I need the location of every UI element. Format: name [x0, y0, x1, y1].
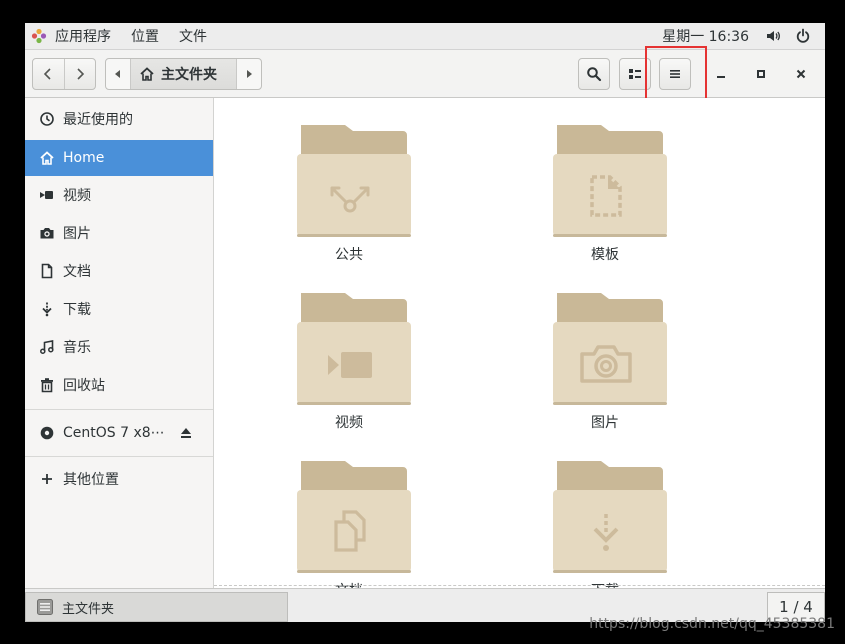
apps-logo-icon: [31, 28, 47, 44]
folder-item-pictures[interactable]: 图片: [540, 266, 670, 431]
path-left-arrow[interactable]: [106, 59, 130, 89]
sidebar-item-label: 下载: [63, 302, 91, 318]
back-button[interactable]: [33, 59, 64, 89]
forward-button[interactable]: [63, 59, 95, 89]
sidebar: 最近使用的 Home 视频 图片 文档 下载 音乐 回收站 CentOS 7 x…: [25, 98, 214, 588]
sidebar-item-label: 文档: [63, 264, 91, 280]
breadcrumb-label: 主文件夹: [161, 67, 217, 83]
sidebar-item-label: Home: [63, 150, 105, 166]
camera-icon: [580, 345, 632, 383]
home-icon: [39, 150, 55, 166]
download-icon: [593, 514, 619, 551]
minimize-button[interactable]: [707, 60, 735, 88]
home-icon: [140, 67, 154, 81]
eject-icon[interactable]: [179, 426, 193, 444]
maximize-button[interactable]: [747, 60, 775, 88]
video-icon: [39, 187, 55, 203]
close-icon: [796, 69, 806, 79]
folder-label: 下载: [540, 580, 670, 588]
menu-places[interactable]: 位置: [121, 23, 169, 49]
folder-item-templates[interactable]: 模板: [540, 98, 670, 263]
sidebar-item-label: 音乐: [63, 340, 91, 356]
folder-item-downloads[interactable]: 下载: [540, 434, 670, 588]
sidebar-item-music[interactable]: 音乐: [25, 329, 213, 365]
breadcrumb[interactable]: 主文件夹: [130, 59, 237, 89]
forward-icon: [77, 68, 85, 80]
sidebar-item-downloads[interactable]: 下载: [25, 291, 213, 327]
disc-icon: [39, 425, 55, 441]
music-icon: [39, 339, 55, 355]
download-icon: [39, 301, 55, 317]
sidebar-item-other-locations[interactable]: 其他位置: [25, 461, 213, 497]
camera-icon: [39, 225, 55, 241]
folder-label: 文档: [284, 580, 414, 588]
sidebar-item-label: 其他位置: [63, 472, 119, 488]
search-icon: [587, 67, 602, 82]
folder-label: 视频: [335, 415, 363, 431]
document-icon: [334, 510, 366, 552]
folder-label: 图片: [591, 415, 619, 431]
volume-icon[interactable]: [765, 28, 781, 44]
folder-item-documents[interactable]: 文档: [284, 434, 414, 588]
sidebar-separator: [25, 409, 213, 410]
power-icon[interactable]: [795, 28, 811, 44]
sidebar-item-trash[interactable]: 回收站: [25, 367, 213, 403]
watermark: https://blog.csdn.net/qq_45385381: [589, 616, 835, 632]
plus-icon: [39, 471, 55, 487]
triangle-left-icon: [115, 70, 120, 78]
triangle-right-icon: [247, 70, 252, 78]
sidebar-item-label: CentOS 7 x8⋯: [63, 425, 165, 441]
folder-label: 模板: [591, 247, 619, 263]
sidebar-separator: [25, 456, 213, 457]
search-button[interactable]: [578, 58, 610, 90]
file-manager-icon: [37, 599, 53, 615]
document-icon: [39, 263, 55, 279]
menu-files[interactable]: 文件: [169, 23, 217, 49]
share-icon: [330, 186, 370, 213]
sidebar-item-pictures[interactable]: 图片: [25, 215, 213, 251]
path-bar: 主文件夹: [105, 58, 262, 90]
sidebar-item-label: 最近使用的: [63, 112, 133, 128]
folder-label: 公共: [335, 247, 363, 263]
sidebar-item-home[interactable]: Home: [25, 140, 213, 176]
clock[interactable]: 星期一 16:36: [662, 26, 749, 46]
taskbar-window-label: 主文件夹: [62, 601, 115, 617]
close-button[interactable]: [787, 60, 815, 88]
trash-icon: [39, 377, 55, 393]
path-right-arrow[interactable]: [237, 59, 261, 89]
video-icon: [328, 352, 372, 378]
minimize-icon: [717, 76, 725, 78]
folder-item-public[interactable]: 公共: [284, 98, 414, 263]
sidebar-item-recent[interactable]: 最近使用的: [25, 101, 213, 137]
menu-applications[interactable]: 应用程序: [55, 23, 121, 49]
sidebar-item-label: 视频: [63, 188, 91, 204]
sidebar-item-label: 回收站: [63, 378, 105, 394]
taskbar-window-tab[interactable]: 主文件夹: [25, 592, 288, 622]
sidebar-item-videos[interactable]: 视频: [25, 177, 213, 213]
recent-icon: [39, 111, 55, 127]
sidebar-item-centos-disc[interactable]: CentOS 7 x8⋯: [25, 415, 213, 451]
view-toggle-icon: [629, 69, 641, 79]
back-icon: [44, 68, 52, 80]
maximize-icon: [757, 70, 765, 78]
sidebar-item-documents[interactable]: 文档: [25, 253, 213, 289]
folder-item-videos[interactable]: 视频: [284, 266, 414, 431]
navigation-buttons: [32, 58, 96, 90]
file-grid: 公共 模板 视频 图片: [214, 98, 825, 588]
scroll-boundary: [214, 585, 825, 586]
sidebar-item-label: 图片: [63, 226, 91, 242]
template-icon: [590, 175, 622, 217]
